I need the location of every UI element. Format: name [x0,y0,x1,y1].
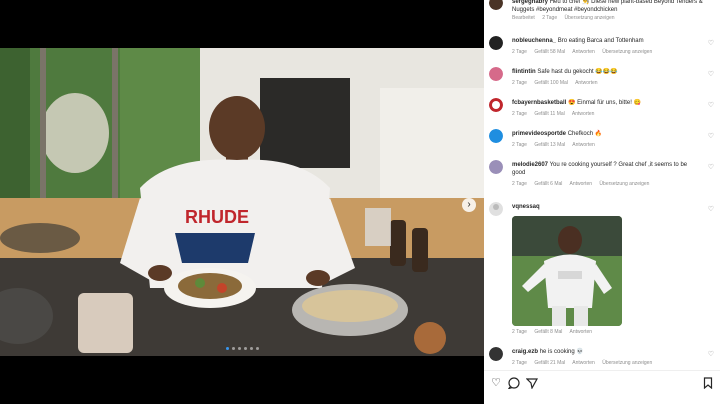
reply-link[interactable]: Antworten [572,111,595,117]
post-media-area: RHUDE › [0,0,484,404]
avatar[interactable] [489,36,503,50]
comment-text: vqnessaq [512,203,702,211]
comment-meta: 2 Tage Gefällt 58 Mal Antworten Übersetz… [512,49,658,55]
avatar[interactable] [489,0,503,10]
comment-body: he is cooking 💀 [539,349,584,355]
reply-link[interactable]: Antworten [575,80,598,86]
bookmark-icon[interactable] [702,377,714,390]
reply-link[interactable]: Antworten [570,329,593,335]
avatar[interactable] [489,67,503,81]
comment-text: nobleuchenna_ Bro eating Barca and Totte… [512,37,702,45]
carousel-dot [255,347,259,350]
comment-likes[interactable]: Gefällt 13 Mal [534,142,565,148]
comment-username[interactable]: craig.ezb [512,349,538,355]
caption-time: 2 Tage [542,15,558,21]
heart-icon[interactable]: ♡ [708,205,714,213]
comment-icon[interactable] [507,377,520,390]
comment-likes[interactable]: Gefällt 100 Mal [534,80,568,86]
share-icon[interactable] [525,377,539,390]
reply-link[interactable]: Antworten [572,49,595,55]
translate-link[interactable]: Übersetzung anzeigen [599,181,649,187]
carousel-dot [225,347,229,350]
comment-time: 2 Tage [512,329,527,335]
action-bar: ♡ [484,370,720,395]
comment-meta: 2 Tage Gefällt 13 Mal Antworten [512,142,601,148]
caption-username[interactable]: sergegnabry [512,0,548,5]
caption-meta: Bearbeitet 2 Tage Übersetzung anzeigen [512,14,712,22]
post-caption: sergegnabry Heu to chef 👨‍🍳 Diese new pl… [484,0,720,28]
comment-body: 😍 Einmal für uns, bitte! 😋 [568,100,641,106]
comment-text: primevideosportde Chefkoch 🔥 [512,130,702,138]
avatar[interactable] [489,160,503,174]
translate-link[interactable]: Übersetzung anzeigen [602,49,652,55]
heart-icon[interactable]: ♡ [708,39,714,47]
comment-likes[interactable]: Gefällt 21 Mal [534,360,565,366]
chevron-right-icon[interactable]: › [462,198,476,212]
comment-meta: 2 Tage Gefällt 6 Mal Antworten Übersetzu… [512,181,655,187]
heart-icon[interactable]: ♡ [490,377,502,389]
comment-body: Chefkoch 🔥 [567,131,603,137]
avatar[interactable] [489,129,503,143]
comment-meta: 2 Tage Gefällt 8 Mal Antworten [512,329,598,335]
comment-username[interactable]: vqnessaq [512,204,540,210]
comment-meta: 2 Tage Gefällt 11 Mal Antworten [512,111,600,117]
carousel-dot [249,347,253,350]
post-photo[interactable]: RHUDE › [0,48,484,356]
comment-username[interactable]: fcbayernbasketball [512,100,566,106]
comment-username[interactable]: nobleuchenna_ [512,38,556,44]
avatar[interactable] [489,202,503,216]
avatar[interactable] [489,98,503,112]
comment-text: flintintin Safe hast du gekocht 😂😂😂 [512,68,702,76]
heart-icon[interactable]: ♡ [708,132,714,140]
heart-icon[interactable]: ♡ [708,350,714,358]
translate-link[interactable]: Übersetzung anzeigen [565,15,615,21]
comment-likes[interactable]: Gefällt 11 Mal [534,111,564,117]
comment-time: 2 Tage [512,360,527,366]
comment-text: melodie2607 You re cooking yourself ? Gr… [512,161,702,177]
comment-body: Safe hast du gekocht 😂😂😂 [537,69,618,75]
avatar[interactable] [489,347,503,361]
caption-text: sergegnabry Heu to chef 👨‍🍳 Diese new pl… [512,0,712,22]
comment-time: 2 Tage [512,142,527,148]
heart-icon[interactable]: ♡ [708,163,714,171]
carousel-dots [0,347,484,350]
comment-username[interactable]: flintintin [512,69,536,75]
comment-meta: 2 Tage Gefällt 100 Mal Antworten [512,80,604,86]
comment-meta: 2 Tage Gefällt 21 Mal Antworten Übersetz… [512,360,658,366]
reply-link[interactable]: Antworten [572,142,595,148]
reply-link[interactable]: Antworten [570,181,593,187]
heart-icon[interactable]: ♡ [708,101,714,109]
comment-username[interactable]: melodie2607 [512,162,548,168]
carousel-dot [243,347,247,350]
comment-text: craig.ezb he is cooking 💀 [512,348,702,356]
comment-likes[interactable]: Gefällt 58 Mal [534,49,565,55]
carousel-dot [231,347,235,350]
translate-link[interactable]: Übersetzung anzeigen [602,360,652,366]
comment-body: Bro eating Barca and Tottenham [557,38,644,44]
comment-likes[interactable]: Gefällt 8 Mal [534,329,562,335]
comment-gif[interactable] [512,216,622,326]
comment-time: 2 Tage [512,80,527,86]
comments-panel: sergegnabry Heu to chef 👨‍🍳 Diese new pl… [484,0,720,404]
comment-username[interactable]: primevideosportde [512,131,566,137]
heart-icon[interactable]: ♡ [708,70,714,78]
comment-time: 2 Tage [512,181,527,187]
comment-likes[interactable]: Gefällt 6 Mal [534,181,562,187]
comment-text: fcbayernbasketball 😍 Einmal für uns, bit… [512,99,702,107]
reply-link[interactable]: Antworten [572,360,595,366]
carousel-dot [237,347,241,350]
comment-time: 2 Tage [512,49,527,55]
comment-time: 2 Tage [512,111,527,117]
svg-text:RHUDE: RHUDE [185,207,249,227]
caption-edited: Bearbeitet [512,15,535,21]
